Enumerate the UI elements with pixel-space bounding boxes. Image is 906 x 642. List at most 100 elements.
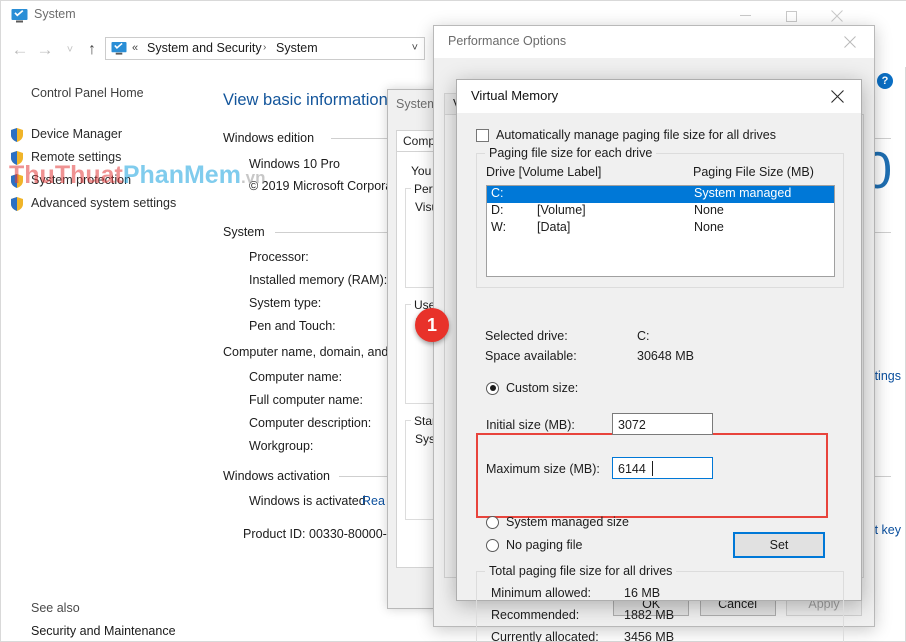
page-title: View basic information	[223, 91, 388, 109]
activation-status: Windows is activated	[249, 494, 366, 508]
shield-icon	[9, 196, 25, 212]
shield-icon	[9, 127, 25, 143]
auto-manage-paging-label: Automatically manage paging file size fo…	[496, 128, 776, 142]
recent-locations-icon[interactable]: ˅	[59, 39, 81, 61]
forward-icon[interactable]: →	[34, 39, 56, 61]
column-header-drive: Drive [Volume Label]	[486, 165, 602, 179]
field-workgroup: Workgroup:	[249, 439, 314, 453]
virtual-memory-dialog[interactable]: Virtual Memory Automatically manage pagi…	[456, 79, 862, 642]
no-paging-file-radio[interactable]	[486, 538, 499, 552]
field-computer-name: Computer name:	[249, 370, 343, 384]
no-paging-file-radio-row[interactable]: No paging file	[486, 538, 582, 552]
breadcrumb-system-and-security[interactable]: System and Security	[147, 41, 262, 55]
sidebar-item-advanced-system-settings[interactable]: Advanced system settings	[31, 196, 176, 210]
no-paging-file-label: No paging file	[506, 538, 583, 552]
paging-file-size-group: Paging file size for each drive Drive [V…	[476, 146, 844, 288]
table-row[interactable]: W: [Data] None	[487, 220, 834, 237]
row-drive: C:	[491, 186, 504, 200]
total-paging-file-group: Total paging file size for all drives Mi…	[476, 564, 844, 642]
set-button[interactable]: Set	[733, 532, 825, 558]
row-drive: D:	[491, 203, 504, 217]
section-heading-computer-name: Computer name, domain, and	[223, 345, 389, 359]
performance-options-title: Performance Options	[448, 34, 567, 48]
annotation-badge-1: 1	[415, 308, 449, 342]
field-computer-description: Computer description:	[249, 416, 372, 430]
windows-edition-value: Windows 10 Pro	[249, 157, 341, 171]
performance-options-titlebar: Performance Options	[434, 26, 874, 58]
column-header-paging-file-size: Paging File Size (MB)	[693, 165, 814, 179]
paging-file-size-group-label: Paging file size for each drive	[485, 146, 657, 160]
custom-size-radio[interactable]	[486, 381, 499, 395]
initial-size-label: Initial size (MB):	[486, 418, 575, 432]
sysprops-line-6: Sys	[415, 432, 436, 446]
breadcrumb-overflow-icon[interactable]: «	[132, 42, 138, 54]
system-icon	[11, 8, 28, 24]
auto-manage-paging-checkbox-row[interactable]: Automatically manage paging file size fo…	[476, 128, 776, 142]
breadcrumb-separator-icon: ›	[263, 42, 267, 53]
screenshot-root: System ← → ˅ ↑ « System and Security › S…	[0, 0, 906, 642]
drive-listbox[interactable]: C: System managed D: [Volume] None W: [D…	[486, 185, 835, 277]
see-also-header: See also	[31, 601, 80, 615]
field-pen-and-touch: Pen and Touch:	[249, 319, 336, 333]
system-properties-title: System	[396, 97, 438, 111]
window-title: System	[34, 7, 76, 21]
system-managed-size-radio[interactable]	[486, 515, 499, 529]
section-heading-windows-activation: Windows activation	[223, 469, 330, 483]
sidebar-item-device-manager[interactable]: Device Manager	[31, 127, 122, 141]
row-size: None	[694, 203, 724, 217]
watermark-part-b: PhanMem	[122, 161, 241, 189]
close-icon[interactable]	[830, 28, 870, 55]
auto-manage-paging-checkbox[interactable]	[476, 128, 489, 142]
minimum-allowed-value: 16 MB	[624, 586, 661, 600]
minimum-allowed-label: Minimum allowed:	[491, 586, 592, 600]
see-also-link-security-and-maintenance[interactable]: Security and Maintenance	[31, 624, 176, 638]
row-volume: [Data]	[537, 220, 571, 234]
recommended-label: Recommended:	[491, 608, 580, 622]
space-available-label: Space available:	[485, 349, 577, 363]
virtual-memory-body: Automatically manage paging file size fo…	[457, 113, 861, 642]
activation-read-link[interactable]: Rea	[362, 494, 385, 508]
section-heading-system: System	[223, 225, 265, 239]
shield-icon	[9, 150, 25, 166]
section-heading-windows-edition: Windows edition	[223, 131, 315, 145]
up-icon[interactable]: ↑	[81, 39, 103, 61]
field-full-computer-name: Full computer name:	[249, 393, 363, 407]
recommended-value: 1882 MB	[624, 608, 675, 622]
maximum-size-input[interactable]	[612, 457, 713, 479]
custom-size-radio-row[interactable]: Custom size:	[486, 381, 578, 395]
virtual-memory-title: Virtual Memory	[471, 88, 559, 103]
row-volume: [Volume]	[537, 203, 586, 217]
maximum-size-label: Maximum size (MB):	[486, 462, 600, 476]
field-installed-memory: Installed memory (RAM):	[249, 273, 388, 287]
table-row[interactable]: D: [Volume] None	[487, 203, 834, 220]
row-size: None	[694, 220, 724, 234]
windows-copyright: © 2019 Microsoft Corporat	[249, 179, 396, 193]
table-row[interactable]: C: System managed	[487, 186, 834, 203]
custom-size-label: Custom size:	[506, 381, 579, 395]
currently-allocated-value: 3456 MB	[624, 630, 675, 642]
sidebar-item-control-panel-home[interactable]: Control Panel Home	[31, 86, 144, 100]
row-size: System managed	[694, 186, 792, 200]
virtual-memory-titlebar: Virtual Memory	[457, 80, 861, 113]
sysprops-line-0: You	[411, 164, 432, 178]
row-drive: W:	[491, 220, 507, 234]
chevron-down-icon[interactable]: ˅	[412, 42, 418, 54]
sidebar-item-remote-settings[interactable]: Remote settings	[31, 150, 121, 164]
product-id: Product ID: 00330-80000-0	[243, 527, 394, 541]
help-icon[interactable]: ?	[877, 73, 893, 89]
initial-size-input[interactable]	[612, 413, 713, 435]
field-system-type: System type:	[249, 296, 322, 310]
address-bar[interactable]: « System and Security › System ˅	[105, 37, 425, 60]
selected-drive-label: Selected drive:	[485, 329, 568, 343]
sidebar-item-system-protection[interactable]: System protection	[31, 173, 131, 187]
breadcrumb-system[interactable]: System	[276, 41, 318, 55]
field-processor: Processor:	[249, 250, 309, 264]
system-managed-size-radio-row[interactable]: System managed size	[486, 515, 629, 529]
currently-allocated-label: Currently allocated:	[491, 630, 599, 642]
space-available-value: 30648 MB	[637, 349, 694, 363]
total-paging-file-group-label: Total paging file size for all drives	[485, 564, 677, 578]
close-icon[interactable]	[816, 82, 858, 110]
text-caret	[652, 461, 653, 476]
address-system-icon	[111, 41, 127, 56]
back-icon[interactable]: ←	[9, 39, 31, 61]
